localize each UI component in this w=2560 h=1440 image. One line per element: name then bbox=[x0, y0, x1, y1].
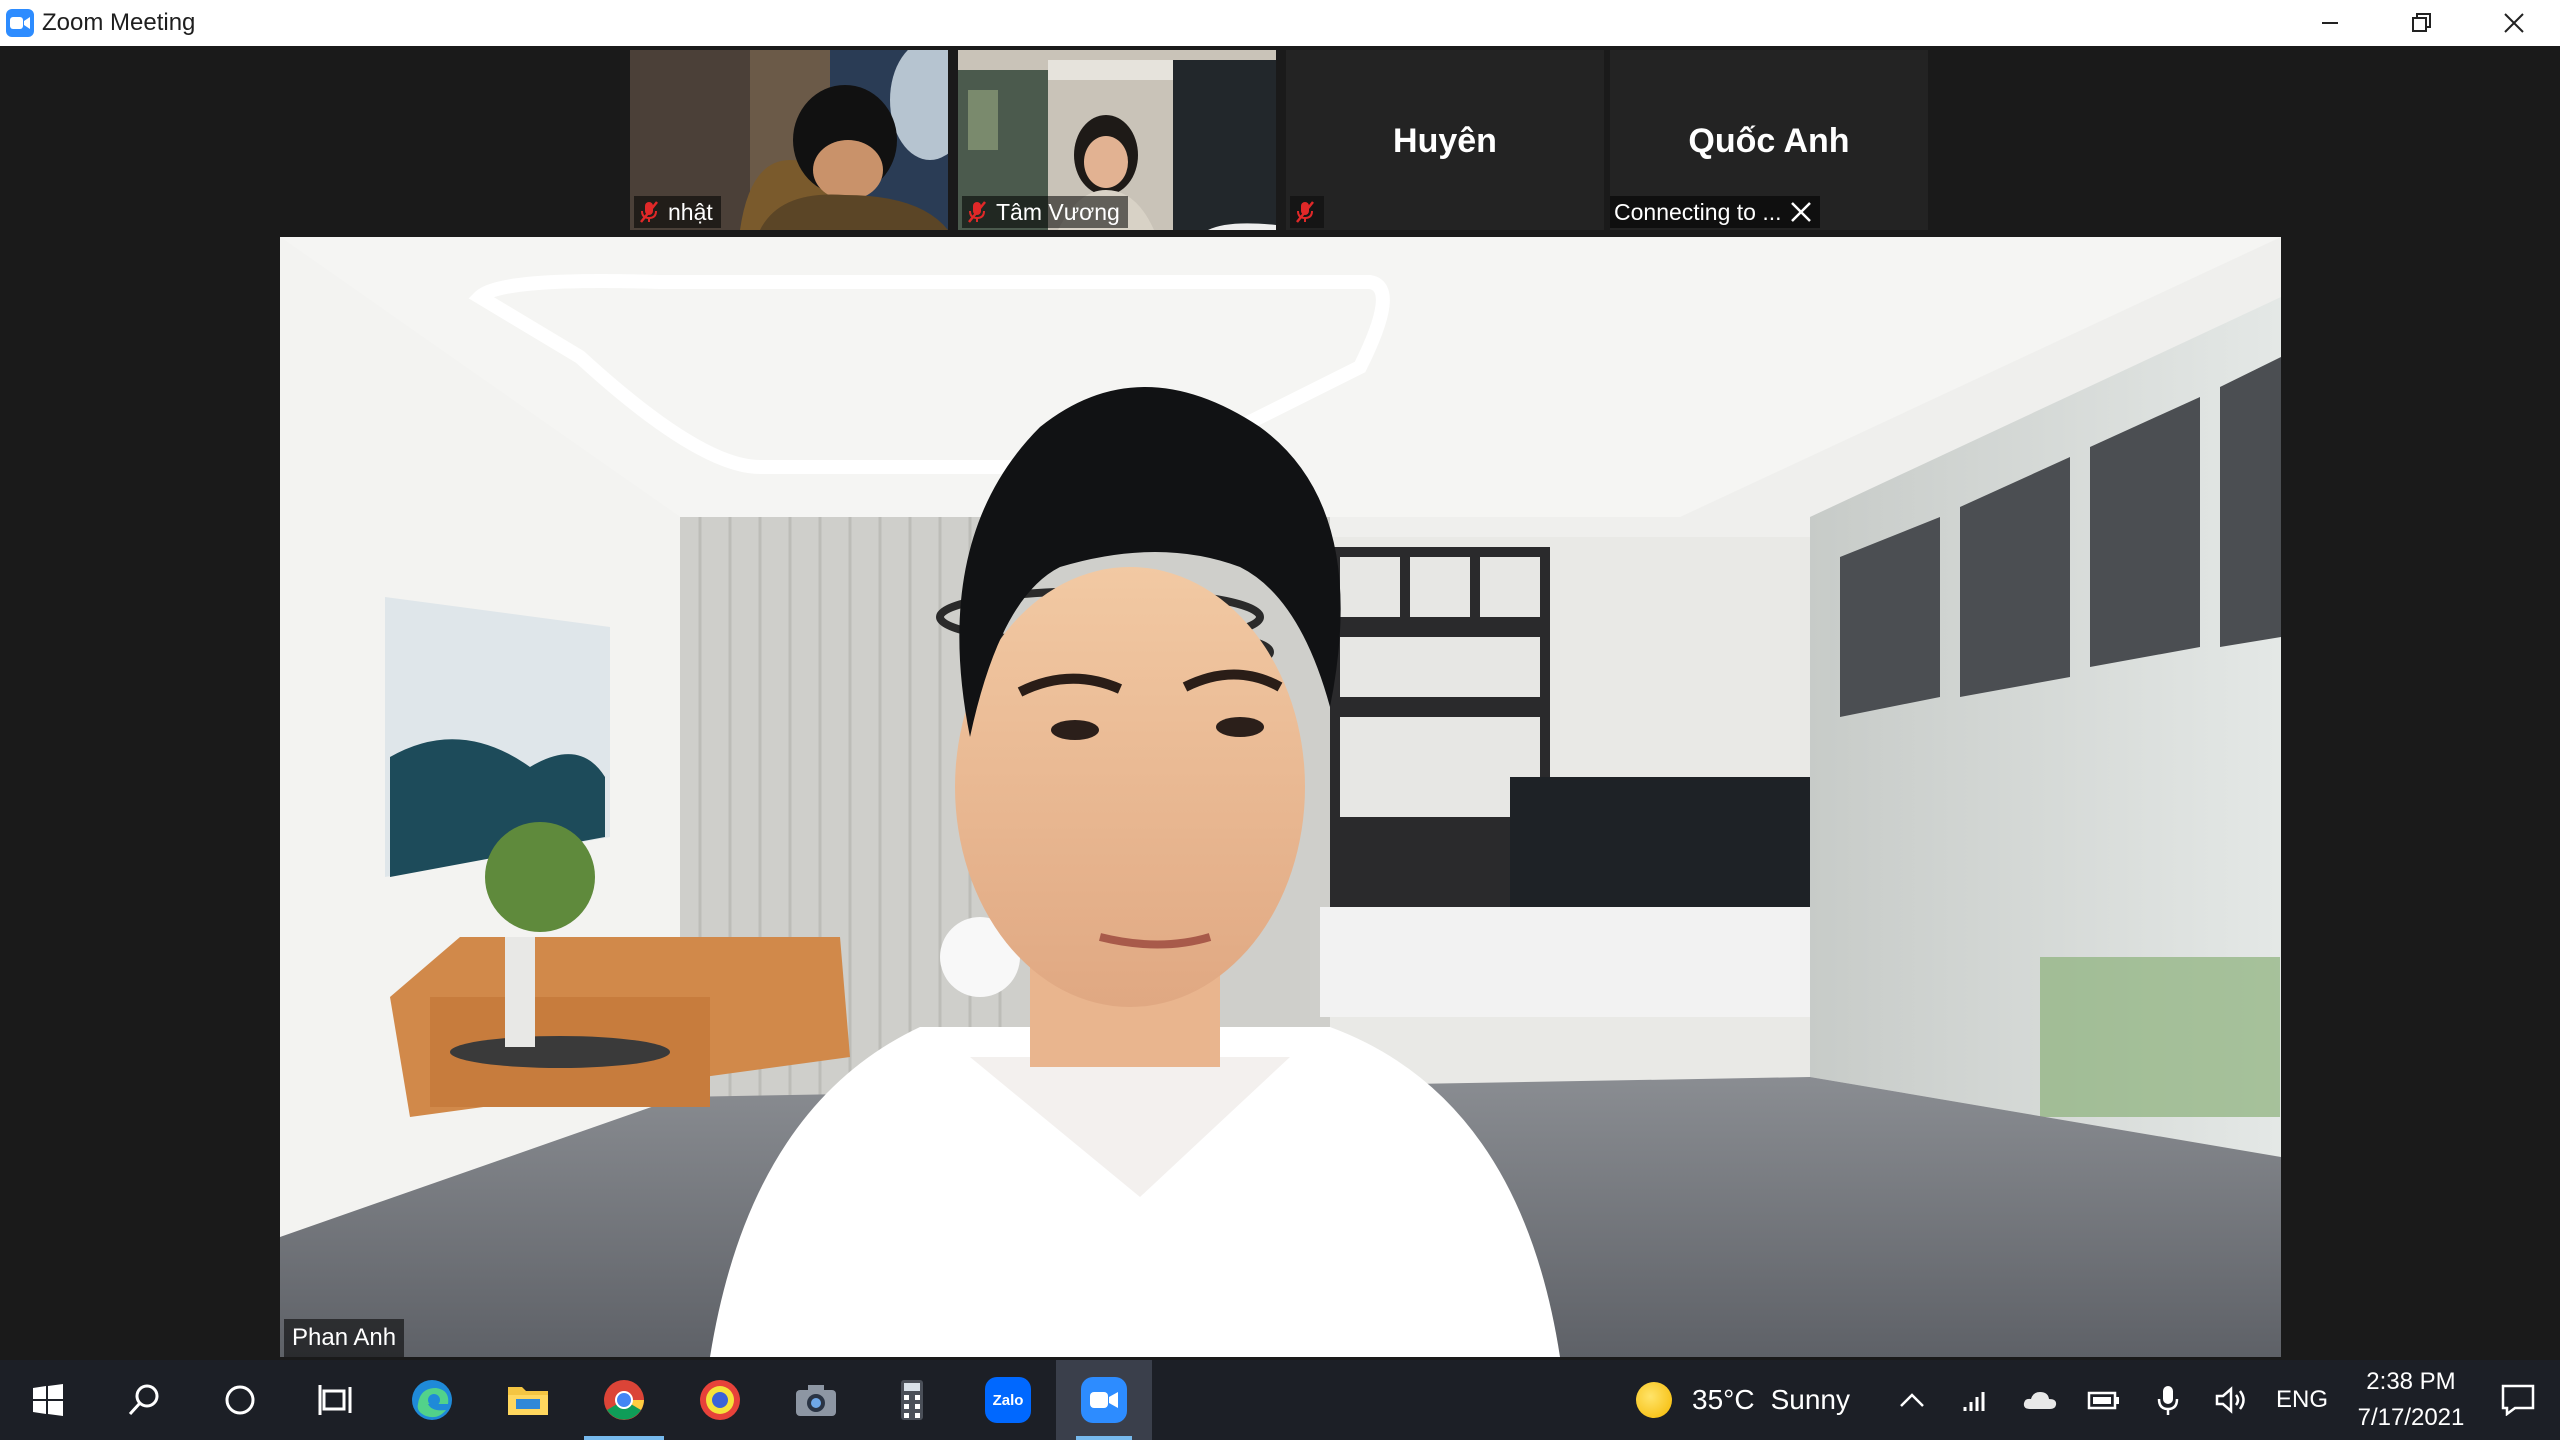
zoom-taskbar-button[interactable] bbox=[1056, 1360, 1152, 1440]
chrome-button[interactable] bbox=[576, 1360, 672, 1440]
window-title: Zoom Meeting bbox=[42, 9, 196, 36]
sunny-icon bbox=[1636, 1382, 1673, 1418]
muted-mic-icon bbox=[640, 201, 658, 223]
battery-tray-button[interactable] bbox=[2072, 1360, 2136, 1440]
speaker-volume-icon bbox=[2215, 1386, 2245, 1414]
calculator-button[interactable] bbox=[864, 1360, 960, 1440]
zoom-icon bbox=[1081, 1377, 1127, 1423]
participant-name-tag: Tâm Vương bbox=[962, 196, 1128, 228]
edge-button[interactable] bbox=[384, 1360, 480, 1440]
speaker-video-feed bbox=[280, 237, 2281, 1357]
calculator-icon bbox=[901, 1380, 923, 1420]
close-button[interactable] bbox=[2468, 0, 2560, 46]
participant-tile-huyen[interactable]: Huyên bbox=[1286, 50, 1604, 230]
system-tray: 35°C Sunny ENG 2:38 PM 7/17/2021 bbox=[1636, 1360, 2560, 1440]
zalo-icon: Zalo bbox=[985, 1377, 1031, 1423]
active-speaker-name-tag: Phan Anh bbox=[284, 1319, 405, 1357]
participant-name: Huyên bbox=[1393, 122, 1497, 160]
unikey-button[interactable] bbox=[672, 1360, 768, 1440]
clock-time: 2:38 PM bbox=[2366, 1368, 2456, 1395]
windows-taskbar: Zalo 35°C Sunny ENG 2:38 PM 7/17/2021 bbox=[0, 1360, 2560, 1440]
connecting-status: Connecting to ... bbox=[1614, 198, 1782, 225]
muted-mic-icon bbox=[968, 201, 986, 223]
cortana-icon bbox=[225, 1385, 255, 1415]
file-explorer-button[interactable] bbox=[480, 1360, 576, 1440]
microphone-icon bbox=[2157, 1386, 2179, 1415]
input-language[interactable]: ENG bbox=[2276, 1386, 2328, 1414]
participant-name: Tâm Vương bbox=[996, 198, 1120, 225]
weather-condition: Sunny bbox=[1770, 1384, 1850, 1415]
zalo-label: Zalo bbox=[992, 1391, 1024, 1409]
file-explorer-icon bbox=[508, 1387, 548, 1415]
weather-widget[interactable]: 35°C Sunny bbox=[1636, 1382, 1850, 1418]
participant-tile-quoc-anh[interactable]: Quốc Anh Connecting to ... bbox=[1610, 50, 1928, 230]
participant-name: nhật bbox=[668, 198, 713, 225]
cortana-button[interactable] bbox=[192, 1360, 288, 1440]
network-tray-button[interactable] bbox=[1944, 1360, 2008, 1440]
participant-tile-nhat[interactable]: nhật bbox=[630, 50, 948, 230]
edge-icon bbox=[412, 1380, 452, 1420]
close-icon[interactable] bbox=[1790, 201, 1812, 223]
chrome-icon bbox=[604, 1380, 644, 1420]
microphone-tray-button[interactable] bbox=[2136, 1360, 2200, 1440]
title-bar: Zoom Meeting bbox=[0, 0, 2560, 46]
restore-icon bbox=[2412, 13, 2431, 32]
minimize-button[interactable] bbox=[2284, 0, 2376, 46]
participant-mute-tag bbox=[1290, 196, 1324, 228]
clock[interactable]: 2:38 PM 7/17/2021 bbox=[2346, 1364, 2476, 1436]
start-button[interactable] bbox=[0, 1360, 96, 1440]
action-center-button[interactable] bbox=[2476, 1360, 2560, 1440]
meeting-area: nhật Tâm Vương Huyên Quốc Anh Connecting… bbox=[0, 46, 2560, 1360]
notification-icon bbox=[2501, 1384, 2535, 1416]
participant-name: Quốc Anh bbox=[1688, 122, 1850, 160]
restore-button[interactable] bbox=[2376, 0, 2468, 46]
active-speaker-name: Phan Anh bbox=[292, 1324, 397, 1351]
unikey-icon bbox=[700, 1380, 740, 1420]
search-button[interactable] bbox=[96, 1360, 192, 1440]
network-icon bbox=[1963, 1392, 1985, 1411]
search-icon bbox=[128, 1384, 159, 1416]
connecting-status-tag: Connecting to ... bbox=[1610, 196, 1820, 228]
muted-mic-icon bbox=[1296, 201, 1314, 223]
zalo-button[interactable]: Zalo bbox=[960, 1360, 1056, 1440]
zoom-app-icon bbox=[6, 9, 34, 37]
battery-icon bbox=[2087, 1391, 2119, 1410]
weather-temperature: 35°C bbox=[1692, 1384, 1755, 1415]
minimize-icon bbox=[2322, 22, 2338, 24]
active-speaker-video[interactable]: Phan Anh bbox=[280, 237, 2281, 1357]
participant-name-tag: nhật bbox=[634, 196, 721, 228]
participant-tile-tam-vuong[interactable]: Tâm Vương bbox=[958, 50, 1276, 230]
chevron-up-icon bbox=[1900, 1393, 1924, 1407]
task-view-button[interactable] bbox=[288, 1360, 384, 1440]
cloud-icon bbox=[2023, 1392, 2057, 1409]
camera-button[interactable] bbox=[768, 1360, 864, 1440]
onedrive-tray-button[interactable] bbox=[2008, 1360, 2072, 1440]
close-icon bbox=[2504, 13, 2524, 33]
windows-start-icon bbox=[33, 1384, 63, 1416]
clock-date: 7/17/2021 bbox=[2357, 1404, 2465, 1431]
show-hidden-icons-button[interactable] bbox=[1880, 1360, 1944, 1440]
volume-tray-button[interactable] bbox=[2200, 1360, 2264, 1440]
task-view-icon bbox=[318, 1385, 352, 1415]
camera-icon bbox=[796, 1385, 836, 1416]
